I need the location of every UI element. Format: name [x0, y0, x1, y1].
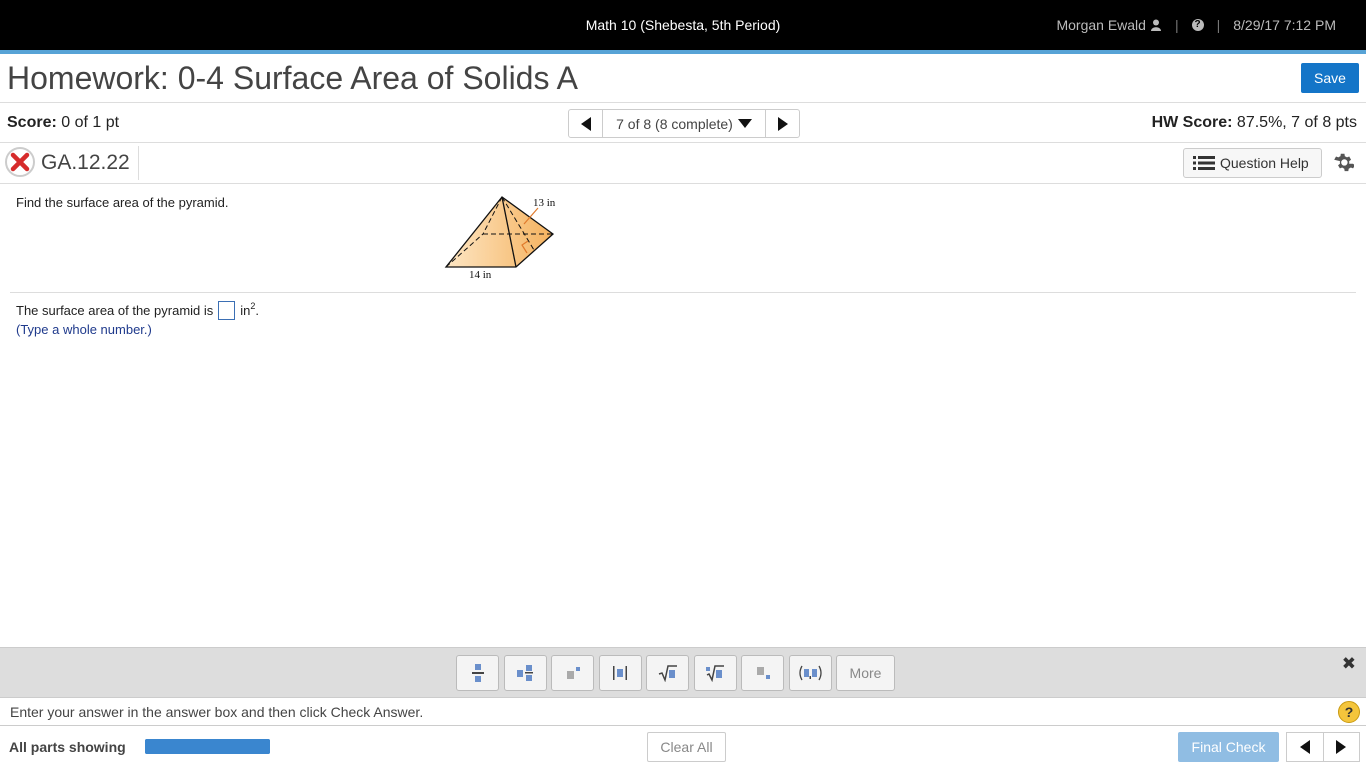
fraction-icon — [471, 664, 484, 682]
progress-fill — [145, 739, 270, 754]
answer-prefix: The surface area of the pyramid is — [16, 303, 214, 318]
score-value: 0 of 1 pt — [61, 114, 120, 131]
arrow-right-icon — [777, 116, 788, 131]
clear-all-button[interactable]: Clear All — [647, 732, 726, 762]
answer-exponent: 2 — [250, 300, 256, 311]
parts-showing-label: All parts showing — [9, 739, 126, 755]
question-prompt: Find the surface area of the pyramid. — [16, 195, 229, 210]
answer-suffix: . — [255, 303, 260, 318]
help-icon[interactable]: ? — [1338, 701, 1360, 723]
slant-height-label: 13 in — [533, 197, 556, 209]
score-label: Score: — [7, 114, 57, 131]
divider — [10, 292, 1356, 293]
more-tools-button[interactable]: More — [836, 655, 895, 691]
answer-input[interactable] — [218, 301, 236, 320]
footer: All parts showing Clear All Final Check — [0, 727, 1366, 768]
answer-hint: (Type a whole number.) — [16, 322, 152, 337]
arrow-left-icon — [580, 116, 591, 131]
pyramid-figure: 13 in 14 in — [444, 196, 556, 281]
list-icon — [1193, 156, 1215, 170]
hw-score-value: 87.5%, 7 of 8 pts — [1236, 114, 1357, 131]
user-name[interactable]: Morgan Ewald — [1056, 17, 1146, 33]
ordered-pair-icon — [799, 665, 822, 681]
page-title: Homework: 0-4 Surface Area of Solids A — [7, 60, 578, 96]
question-select[interactable]: 7 of 8 (8 complete) — [603, 110, 765, 137]
exponent-icon — [566, 667, 580, 679]
datetime: 8/29/17 7:12 PM — [1233, 17, 1336, 33]
top-bar: Math 10 (Shebesta, 5th Period) Morgan Ew… — [0, 0, 1366, 50]
nth-root-tool[interactable] — [693, 655, 737, 691]
status-bar: Enter your answer in the answer box and … — [0, 697, 1366, 726]
caret-down-icon — [737, 119, 752, 128]
gear-icon[interactable] — [1332, 151, 1354, 173]
hw-score-label: HW Score: — [1151, 114, 1233, 131]
separator: | — [1216, 17, 1221, 33]
question-pager: 7 of 8 (8 complete) — [568, 109, 800, 138]
question-help-label: Question Help — [1220, 155, 1309, 171]
divider — [0, 102, 1366, 103]
divider — [0, 183, 1366, 184]
pager-text: 7 of 8 (8 complete) — [616, 115, 733, 132]
prev-button[interactable] — [1287, 732, 1324, 762]
separator: | — [1174, 17, 1179, 33]
absolute-value-tool[interactable] — [598, 655, 642, 691]
math-toolbar: More ✖ — [0, 647, 1366, 697]
answer-line: The surface area of the pyramid is in 2. — [16, 301, 259, 320]
answer-unit: in — [240, 303, 251, 318]
arrow-left-icon — [1299, 740, 1310, 754]
parts-progress-bar — [145, 739, 270, 754]
question-help-button[interactable]: Question Help — [1183, 148, 1322, 178]
footer-nav — [1286, 732, 1360, 762]
question-id: GA.12.22 — [41, 151, 130, 174]
base-edge-label: 14 in — [469, 269, 492, 281]
nth-root-icon — [706, 665, 724, 682]
mixed-number-tool[interactable] — [503, 655, 547, 691]
absolute-value-icon — [613, 666, 627, 680]
exponent-tool[interactable] — [551, 655, 594, 691]
divider — [0, 142, 1366, 143]
help-icon[interactable]: ? — [1191, 19, 1204, 31]
save-button[interactable]: Save — [1301, 63, 1359, 93]
status-message: Enter your answer in the answer box and … — [10, 704, 424, 720]
divider — [138, 146, 139, 180]
final-check-button[interactable]: Final Check — [1178, 732, 1279, 762]
mixed-number-icon — [517, 665, 533, 681]
score: Score: 0 of 1 pt — [7, 114, 119, 132]
user-icon — [1150, 19, 1161, 31]
next-button[interactable] — [1323, 732, 1360, 762]
prev-question-button[interactable] — [569, 110, 603, 137]
top-bar-right: Morgan Ewald | ? | 8/29/17 7:12 PM — [1056, 17, 1336, 33]
fraction-tool[interactable] — [456, 655, 499, 691]
next-question-button[interactable] — [765, 110, 799, 137]
arrow-right-icon — [1336, 740, 1347, 754]
subscript-tool[interactable] — [741, 655, 784, 691]
square-root-tool[interactable] — [646, 655, 689, 691]
accent-line — [0, 50, 1366, 54]
incorrect-icon — [5, 147, 35, 177]
ordered-pair-tool[interactable] — [788, 655, 832, 691]
hw-score: HW Score: 87.5%, 7 of 8 pts — [1152, 114, 1357, 132]
subscript-icon — [756, 667, 770, 679]
square-root-icon — [658, 665, 677, 682]
close-icon[interactable]: ✖ — [1342, 654, 1356, 674]
